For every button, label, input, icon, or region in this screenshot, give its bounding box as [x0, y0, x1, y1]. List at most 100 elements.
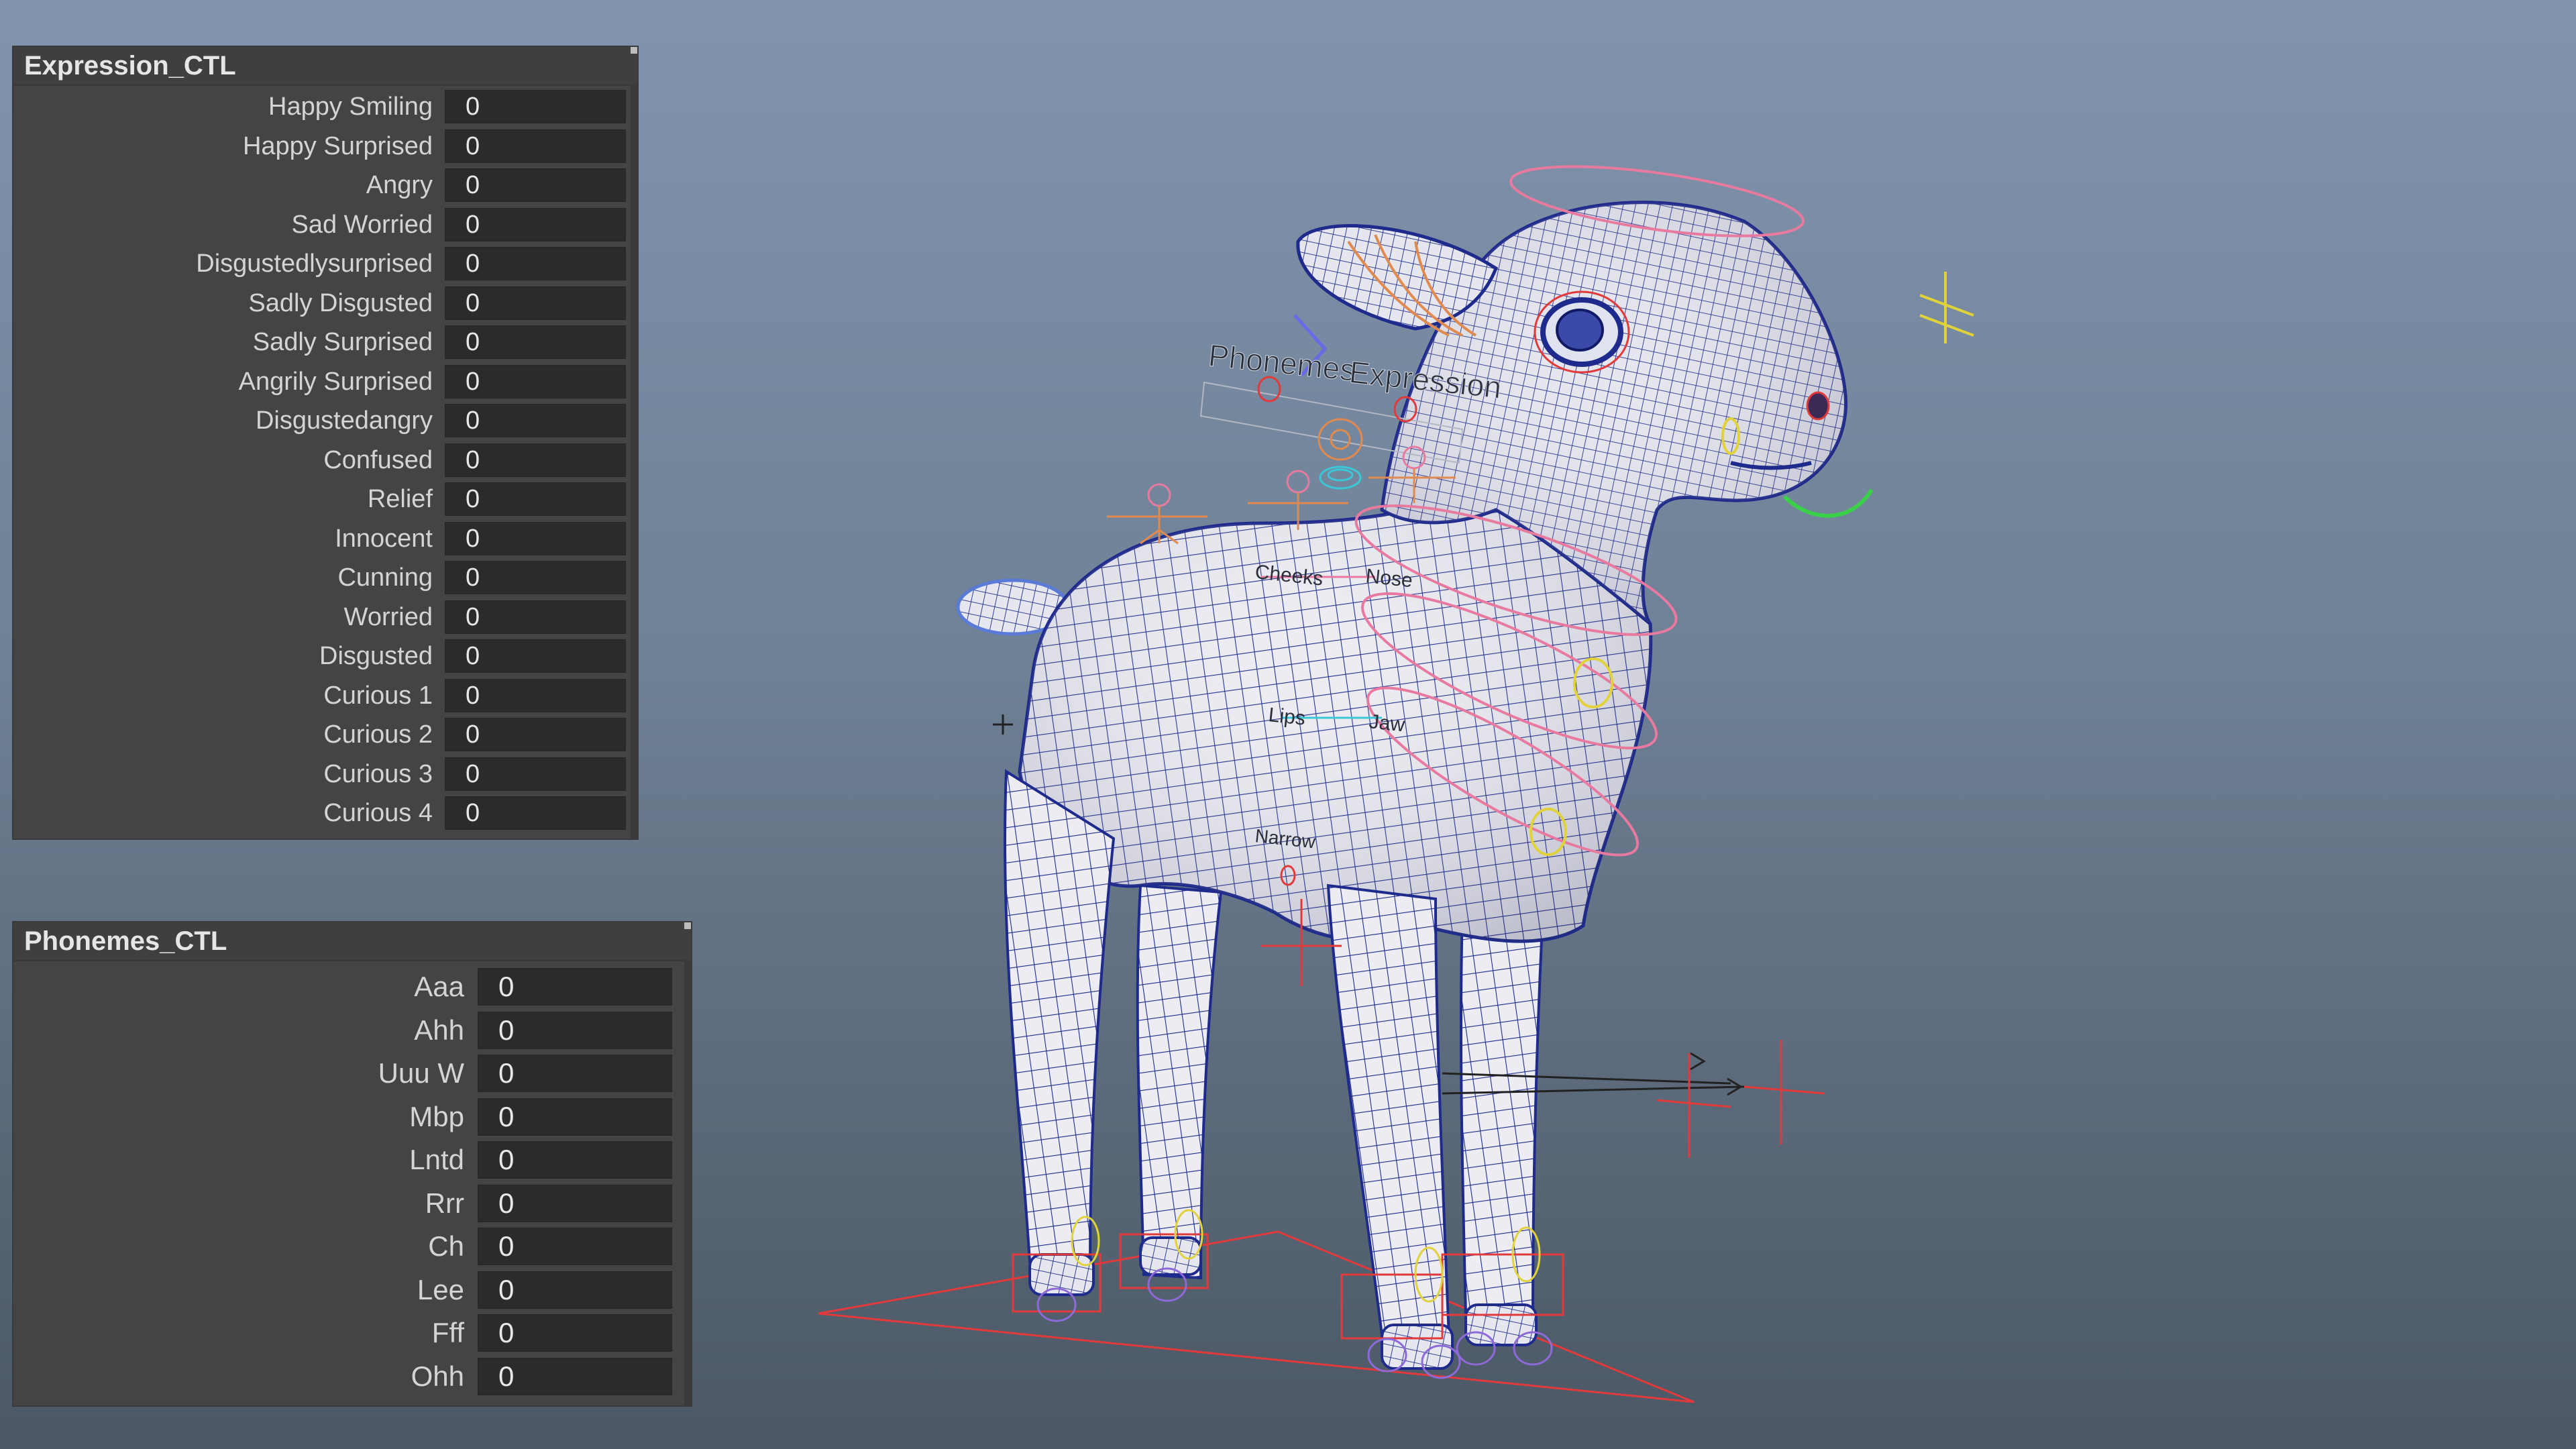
attribute-label: Angrily Surprised: [238, 367, 433, 396]
attribute-label: Fff: [431, 1317, 464, 1348]
attribute-label: Mbp: [409, 1100, 464, 1132]
expression-ctl-title-text: Expression_CTL: [24, 51, 236, 80]
attribute-row[interactable]: Happy Smiling 0: [13, 89, 626, 125]
attribute-row[interactable]: Disgustedlysurprised 0: [13, 246, 626, 282]
attribute-row[interactable]: Worried 0: [13, 599, 626, 635]
attribute-label: Curious 2: [323, 720, 433, 749]
attribute-value-field[interactable]: 0: [445, 286, 626, 320]
attribute-value-field[interactable]: 0: [445, 718, 626, 751]
attribute-row[interactable]: Confused 0: [13, 442, 626, 478]
attribute-label: Lntd: [409, 1144, 464, 1175]
attribute-value-field[interactable]: 0: [445, 600, 626, 634]
attribute-label: Relief: [367, 485, 433, 513]
attribute-row[interactable]: Curious 3 0: [13, 756, 626, 792]
expression-scrollbar[interactable]: [631, 85, 637, 839]
attribute-label: Innocent: [335, 524, 433, 553]
attribute-value-field[interactable]: 0: [445, 404, 626, 437]
attribute-value-field[interactable]: 0: [478, 1357, 672, 1395]
attribute-row[interactable]: Ch 0: [13, 1226, 678, 1267]
expression-ctl-title: Expression_CTL: [13, 47, 637, 86]
attribute-label: Disgustedangry: [255, 407, 433, 435]
attribute-row[interactable]: Cunning 0: [13, 559, 626, 596]
attribute-label: Disgustedlysurprised: [196, 250, 433, 278]
attribute-value-field[interactable]: 0: [445, 521, 626, 555]
attribute-label: Curious 1: [323, 681, 433, 710]
attribute-row[interactable]: Fff 0: [13, 1313, 678, 1353]
expression-ctl-panel: Expression_CTL Happy Smiling 0 Happy Surpr…: [13, 47, 637, 839]
panel-corner-icon: [631, 47, 637, 54]
attribute-label: Confused: [323, 445, 433, 474]
attribute-row[interactable]: Lntd 0: [13, 1140, 678, 1180]
attribute-label: Curious 4: [323, 799, 433, 827]
attribute-row[interactable]: Happy Surprised 0: [13, 128, 626, 164]
attribute-value-field[interactable]: 0: [445, 129, 626, 163]
attribute-value-field[interactable]: 0: [478, 1271, 672, 1309]
attribute-label: Sad Worried: [291, 210, 433, 239]
attribute-row[interactable]: Aaa 0: [13, 967, 678, 1007]
attribute-value-field[interactable]: 0: [445, 168, 626, 202]
attribute-label: Rrr: [425, 1187, 464, 1219]
label-lips: Lips: [1267, 704, 1306, 730]
attribute-row[interactable]: Ohh 0: [13, 1356, 678, 1397]
attribute-row[interactable]: Sadly Disgusted 0: [13, 285, 626, 321]
attribute-value-field[interactable]: 0: [445, 796, 626, 830]
attribute-value-field[interactable]: 0: [478, 1141, 672, 1179]
attribute-label: Lee: [417, 1273, 464, 1305]
attribute-value-field[interactable]: 0: [478, 968, 672, 1006]
attribute-label: Curious 3: [323, 759, 433, 788]
attribute-row[interactable]: Disgusted 0: [13, 638, 626, 674]
attribute-value-field[interactable]: 0: [445, 757, 626, 791]
phonemes-ctl-title: Phonemes_CTL: [13, 922, 691, 961]
attribute-label: Ch: [428, 1230, 464, 1262]
attribute-row[interactable]: Lee 0: [13, 1270, 678, 1310]
attribute-row[interactable]: Disgustedangry 0: [13, 402, 626, 439]
attribute-row[interactable]: Angrily Surprised 0: [13, 364, 626, 400]
attribute-value-field[interactable]: 0: [478, 1011, 672, 1049]
attribute-label: Happy Smiling: [268, 93, 433, 121]
phonemes-ctl-title-text: Phonemes_CTL: [24, 926, 227, 956]
phonemes-ctl-panel: Phonemes_CTL Aaa 0 Ahh 0 Uuu W 0 Mbp 0 Lntd 0 Rrr 0…: [13, 922, 691, 1405]
attribute-label: Sadly Surprised: [252, 328, 433, 356]
attribute-value-field[interactable]: 0: [445, 90, 626, 123]
attribute-value-field[interactable]: 0: [445, 364, 626, 398]
attribute-row[interactable]: Relief 0: [13, 481, 626, 517]
attribute-value-field[interactable]: 0: [478, 1314, 672, 1352]
attribute-value-field[interactable]: 0: [445, 207, 626, 241]
attribute-value-field[interactable]: 0: [445, 325, 626, 359]
attribute-value-field[interactable]: 0: [445, 443, 626, 477]
attribute-value-field[interactable]: 0: [445, 561, 626, 594]
attribute-row[interactable]: Sad Worried 0: [13, 207, 626, 243]
attribute-label: Uuu W: [378, 1057, 464, 1089]
attribute-value-field[interactable]: 0: [478, 1055, 672, 1092]
attribute-label: Worried: [343, 602, 433, 631]
attribute-value-field[interactable]: 0: [478, 1228, 672, 1265]
attribute-value-field[interactable]: 0: [445, 678, 626, 712]
hooves: [1028, 1236, 1538, 1370]
attribute-row[interactable]: Angry 0: [13, 167, 626, 203]
attribute-label: Sadly Disgusted: [248, 288, 433, 317]
label-phonemes: Phonemes: [1207, 337, 1357, 388]
attribute-row[interactable]: Mbp 0: [13, 1097, 678, 1137]
attribute-value-field[interactable]: 0: [478, 1097, 672, 1136]
phonemes-scrollbar[interactable]: [684, 960, 691, 1405]
attribute-label: Ohh: [411, 1360, 464, 1392]
attribute-value-field[interactable]: 0: [445, 482, 626, 516]
attribute-row[interactable]: Curious 1 0: [13, 678, 626, 714]
attribute-label: Disgusted: [319, 642, 433, 670]
attribute-row[interactable]: Uuu W 0: [13, 1053, 678, 1093]
panel-corner-icon: [684, 922, 691, 929]
attribute-label: Ahh: [414, 1014, 464, 1046]
attribute-label: Angry: [366, 171, 433, 199]
attribute-value-field[interactable]: 0: [445, 247, 626, 280]
attribute-value-field[interactable]: 0: [445, 639, 626, 673]
attribute-label: Cunning: [337, 564, 433, 592]
attribute-value-field[interactable]: 0: [478, 1184, 672, 1222]
attribute-row[interactable]: Ahh 0: [13, 1010, 678, 1051]
label-jaw: Jaw: [1368, 710, 1406, 736]
attribute-row[interactable]: Sadly Surprised 0: [13, 324, 626, 360]
attribute-row[interactable]: Curious 2 0: [13, 716, 626, 753]
attribute-row[interactable]: Rrr 0: [13, 1183, 678, 1224]
attribute-label: Aaa: [414, 971, 464, 1002]
attribute-row[interactable]: Innocent 0: [13, 521, 626, 557]
attribute-row[interactable]: Curious 4 0: [13, 795, 626, 831]
